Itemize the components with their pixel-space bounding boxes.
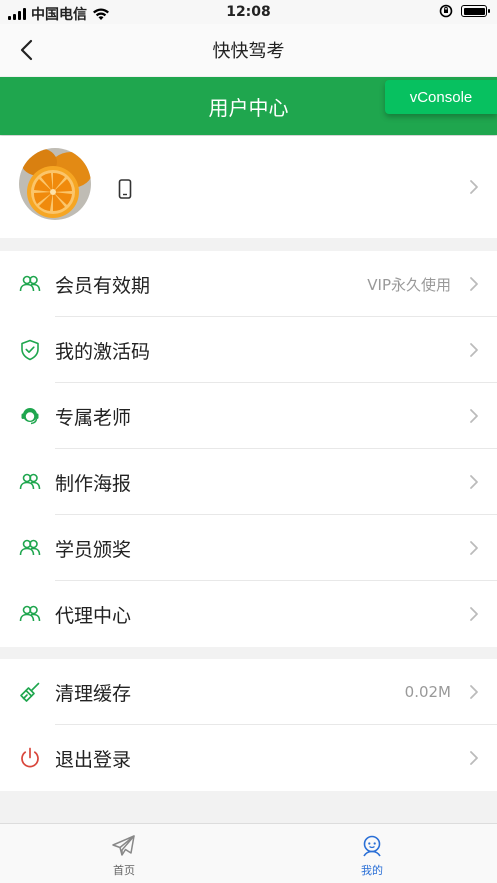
menu-item-awards[interactable]: 学员颁奖	[0, 515, 497, 581]
menu-item-label: 专属老师	[55, 406, 132, 429]
chevron-right-icon	[470, 277, 478, 291]
chevron-right-icon	[470, 343, 478, 357]
nav-bar: 快快驾考	[0, 24, 497, 76]
menu-item-membership[interactable]: 会员有效期 VIP永久使用	[0, 251, 497, 317]
menu-group-account: 会员有效期 VIP永久使用 我的激活码 专属老师 制作海报 学员颁奖 代理中心	[0, 251, 497, 647]
menu-item-label: 学员颁奖	[55, 538, 132, 561]
orange-avatar-image	[19, 148, 91, 220]
menu-item-activation-code[interactable]: 我的激活码	[0, 317, 497, 383]
users-icon	[18, 272, 42, 296]
tab-label: 我的	[361, 864, 383, 877]
menu-item-label: 会员有效期	[55, 274, 151, 297]
paper-plane-icon	[112, 835, 135, 856]
back-button[interactable]	[14, 38, 38, 62]
nav-title: 快快驾考	[212, 41, 285, 62]
vconsole-button[interactable]: vConsole	[385, 80, 497, 114]
headset-icon	[18, 404, 42, 428]
status-time: 12:08	[226, 4, 271, 20]
users-icon	[18, 536, 42, 560]
users-icon	[18, 602, 42, 626]
tab-bar: 首页 我的	[0, 823, 497, 883]
menu-group-system: 清理缓存 0.02M 退出登录	[0, 659, 497, 791]
chevron-left-icon	[20, 39, 33, 61]
menu-item-label: 代理中心	[55, 604, 132, 627]
menu-item-label: 清理缓存	[55, 682, 132, 705]
profile-card[interactable]	[0, 136, 497, 238]
orientation-lock-icon	[439, 4, 453, 18]
menu-item-agent-center[interactable]: 代理中心	[0, 581, 497, 647]
battery-icon	[461, 5, 490, 17]
tab-mine[interactable]: 我的	[248, 824, 496, 883]
chevron-right-icon	[470, 409, 478, 423]
menu-item-poster[interactable]: 制作海报	[0, 449, 497, 515]
menu-item-label: 我的激活码	[55, 340, 151, 363]
menu-item-label: 制作海报	[55, 472, 132, 495]
shield-check-icon	[18, 338, 42, 362]
tab-label: 首页	[113, 864, 135, 877]
menu-item-logout[interactable]: 退出登录	[0, 725, 497, 791]
chevron-right-icon	[470, 685, 478, 699]
menu-item-teacher[interactable]: 专属老师	[0, 383, 497, 449]
broom-icon	[18, 680, 42, 704]
menu-item-value: VIP永久使用	[367, 275, 451, 294]
phone-icon	[118, 179, 132, 199]
avatar[interactable]	[19, 148, 91, 220]
users-icon	[18, 470, 42, 494]
status-right	[439, 4, 490, 18]
tab-home[interactable]: 首页	[0, 824, 248, 883]
chevron-right-icon	[470, 541, 478, 555]
status-bar: 中国电信 12:08	[0, 0, 497, 24]
chevron-right-icon	[470, 475, 478, 489]
page-title: 用户中心	[208, 95, 289, 120]
cache-size-value: 0.02M	[404, 683, 451, 701]
menu-item-clear-cache[interactable]: 清理缓存 0.02M	[0, 659, 497, 725]
user-face-icon	[363, 835, 381, 857]
chevron-right-icon	[470, 180, 478, 194]
menu-item-label: 退出登录	[55, 748, 132, 771]
power-icon	[18, 746, 42, 770]
chevron-right-icon	[470, 607, 478, 621]
chevron-right-icon	[470, 751, 478, 765]
